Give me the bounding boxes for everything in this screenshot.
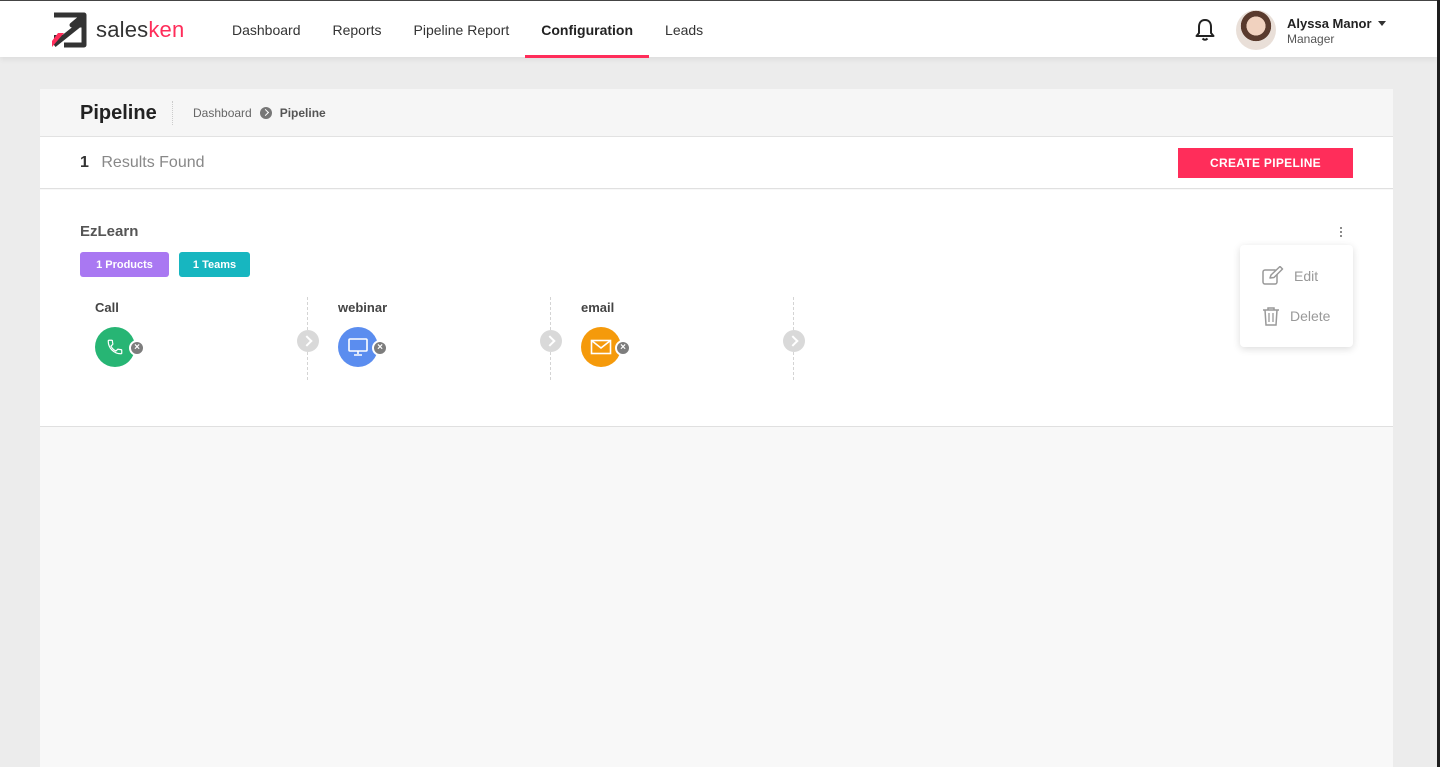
chevron-right-icon[interactable] bbox=[783, 330, 805, 352]
user-role: Manager bbox=[1287, 32, 1335, 46]
main-nav: Dashboard Reports Pipeline Report Config… bbox=[216, 1, 719, 58]
nav-configuration[interactable]: Configuration bbox=[525, 1, 649, 58]
user-name: Alyssa Manor bbox=[1287, 16, 1386, 31]
remove-stage-icon[interactable]: × bbox=[615, 340, 631, 356]
title-divider bbox=[172, 101, 173, 125]
notification-bell-icon[interactable] bbox=[1194, 18, 1216, 42]
trash-icon bbox=[1263, 307, 1279, 326]
edit-menu-item[interactable]: Edit bbox=[1262, 265, 1318, 287]
stage-label: webinar bbox=[338, 300, 388, 315]
results-label: Results Found bbox=[101, 154, 205, 171]
nav-reports[interactable]: Reports bbox=[317, 1, 398, 58]
chevron-right-icon bbox=[259, 107, 272, 119]
products-badge[interactable]: 1 Products bbox=[80, 252, 169, 277]
breadcrumb: Dashboard Pipeline bbox=[193, 106, 326, 120]
chevron-right-icon[interactable] bbox=[297, 330, 319, 352]
results-count: 1 bbox=[80, 154, 89, 171]
user-menu[interactable]: Alyssa Manor Manager bbox=[1287, 16, 1386, 46]
main-panel: Pipeline Dashboard Pipeline 1 Results Fo… bbox=[40, 89, 1393, 767]
edit-label: Edit bbox=[1294, 268, 1319, 284]
pipeline-stage: webinar × bbox=[338, 300, 558, 380]
page-header: Pipeline Dashboard Pipeline bbox=[40, 89, 1393, 137]
nav-dashboard[interactable]: Dashboard bbox=[216, 1, 317, 58]
pipeline-options-menu: Edit Delete bbox=[1240, 245, 1353, 347]
results-summary: 1 Results Found bbox=[80, 154, 205, 172]
logo-text: salesken bbox=[96, 17, 185, 42]
chevron-right-icon[interactable] bbox=[540, 330, 562, 352]
delete-menu-item[interactable]: Delete bbox=[1262, 305, 1330, 327]
remove-stage-icon[interactable]: × bbox=[129, 340, 145, 356]
more-options-icon[interactable] bbox=[1336, 227, 1346, 239]
page-title: Pipeline bbox=[80, 102, 157, 124]
remove-stage-icon[interactable]: × bbox=[372, 340, 388, 356]
delete-label: Delete bbox=[1290, 308, 1331, 324]
stage-label: Call bbox=[95, 300, 119, 315]
caret-down-icon bbox=[1377, 21, 1386, 26]
teams-badge[interactable]: 1 Teams bbox=[179, 252, 250, 277]
salesken-logo[interactable]: salesken bbox=[50, 11, 184, 49]
stage-label: email bbox=[581, 300, 615, 315]
breadcrumb-dashboard[interactable]: Dashboard bbox=[193, 106, 252, 120]
top-navbar: salesken Dashboard Reports Pipeline Repo… bbox=[0, 0, 1437, 58]
nav-leads[interactable]: Leads bbox=[649, 1, 719, 58]
create-pipeline-button[interactable]: CREATE PIPELINE bbox=[1178, 148, 1353, 178]
pipeline-name: EzLearn bbox=[80, 223, 139, 240]
salesken-logo-icon bbox=[52, 12, 87, 48]
edit-icon bbox=[1262, 266, 1284, 285]
avatar[interactable] bbox=[1236, 10, 1276, 50]
pipeline-card: EzLearn 1 Products 1 Teams Call × webina… bbox=[40, 190, 1393, 427]
pipeline-stage: email × bbox=[581, 300, 801, 380]
breadcrumb-pipeline: Pipeline bbox=[279, 106, 326, 120]
pipeline-stage: Call × bbox=[95, 300, 315, 380]
nav-pipeline-report[interactable]: Pipeline Report bbox=[398, 1, 526, 58]
results-bar: 1 Results Found CREATE PIPELINE bbox=[40, 137, 1393, 189]
